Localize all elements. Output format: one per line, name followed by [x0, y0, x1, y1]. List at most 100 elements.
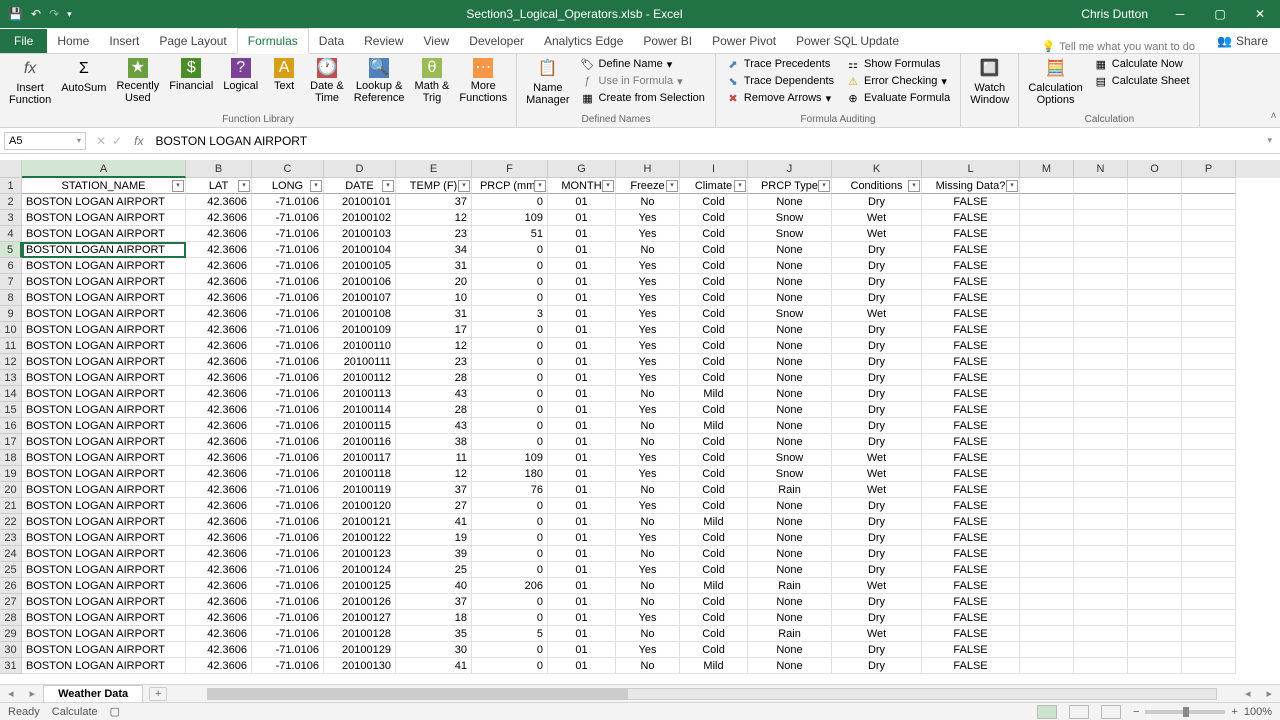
cell[interactable]: 0	[472, 610, 548, 626]
use-in-formula-button[interactable]: ƒUse in Formula ▾	[577, 73, 709, 89]
save-icon[interactable]: 💾	[8, 7, 23, 21]
recently-used-button[interactable]: ★Recently Used	[113, 56, 162, 106]
cell[interactable]: Rain	[748, 626, 832, 642]
tab-analyticsedge[interactable]: Analytics Edge	[534, 29, 633, 53]
table-header-cell[interactable]: Missing Data?▾	[922, 178, 1020, 194]
cell[interactable]: Cold	[680, 306, 748, 322]
cell[interactable]: -71.0106	[252, 226, 324, 242]
cell[interactable]: 31	[396, 306, 472, 322]
cell[interactable]: 42.3606	[186, 610, 252, 626]
cell[interactable]: None	[748, 418, 832, 434]
cell[interactable]: -71.0106	[252, 514, 324, 530]
scroll-right-icon[interactable]: ▸	[1258, 687, 1280, 700]
cell[interactable]: 01	[548, 242, 616, 258]
cell[interactable]: FALSE	[922, 370, 1020, 386]
cell[interactable]: Wet	[832, 210, 922, 226]
cell[interactable]: -71.0106	[252, 242, 324, 258]
cell[interactable]: 0	[472, 514, 548, 530]
cell[interactable]: 17	[396, 322, 472, 338]
cell[interactable]: FALSE	[922, 418, 1020, 434]
row-header-22[interactable]: 22	[0, 514, 22, 530]
table-header-cell[interactable]: STATION_NAME▾	[22, 178, 186, 194]
cell[interactable]: 23	[396, 226, 472, 242]
calculate-now-button[interactable]: ▦Calculate Now	[1090, 56, 1194, 72]
error-checking-button[interactable]: ⚠Error Checking ▾	[842, 73, 954, 89]
cell[interactable]: 12	[396, 338, 472, 354]
cell[interactable]: No	[616, 594, 680, 610]
cell[interactable]: 01	[548, 322, 616, 338]
name-box[interactable]: A5▾	[4, 132, 86, 150]
cell[interactable]: 42.3606	[186, 274, 252, 290]
cell[interactable]: Dry	[832, 322, 922, 338]
cell[interactable]: 20100114	[324, 402, 396, 418]
cell[interactable]: Cold	[680, 290, 748, 306]
cell[interactable]: Dry	[832, 370, 922, 386]
cell[interactable]: 0	[472, 194, 548, 210]
column-header-H[interactable]: H	[616, 160, 680, 178]
cell[interactable]: FALSE	[922, 226, 1020, 242]
cell[interactable]: 28	[396, 402, 472, 418]
cell[interactable]: 43	[396, 418, 472, 434]
cell[interactable]: -71.0106	[252, 642, 324, 658]
cell[interactable]: Cold	[680, 194, 748, 210]
cell[interactable]: FALSE	[922, 274, 1020, 290]
cell[interactable]: BOSTON LOGAN AIRPORT	[22, 642, 186, 658]
cell[interactable]: Dry	[832, 546, 922, 562]
cell[interactable]: 0	[472, 370, 548, 386]
cell[interactable]: Cold	[680, 370, 748, 386]
remove-arrows-button[interactable]: ✖Remove Arrows ▾	[722, 90, 838, 106]
cell[interactable]: Cold	[680, 258, 748, 274]
cell[interactable]: Yes	[616, 610, 680, 626]
cell[interactable]: 23	[396, 354, 472, 370]
cell[interactable]: 42.3606	[186, 498, 252, 514]
cell[interactable]: FALSE	[922, 402, 1020, 418]
minimize-button[interactable]: ─	[1160, 0, 1200, 28]
cell[interactable]: 01	[548, 498, 616, 514]
cell[interactable]: 109	[472, 210, 548, 226]
cell[interactable]: 01	[548, 402, 616, 418]
cell[interactable]: Wet	[832, 466, 922, 482]
cell[interactable]: Dry	[832, 242, 922, 258]
cell[interactable]: 0	[472, 274, 548, 290]
cell[interactable]: BOSTON LOGAN AIRPORT	[22, 610, 186, 626]
cell[interactable]: Cold	[680, 562, 748, 578]
cell[interactable]: Rain	[748, 578, 832, 594]
filter-dropdown-icon[interactable]: ▾	[382, 180, 394, 192]
cell[interactable]: 0	[472, 402, 548, 418]
cell[interactable]: None	[748, 194, 832, 210]
filter-dropdown-icon[interactable]: ▾	[1006, 180, 1018, 192]
enter-formula-icon[interactable]: ✓	[112, 134, 122, 148]
cell[interactable]: 42.3606	[186, 370, 252, 386]
cell[interactable]: 20100126	[324, 594, 396, 610]
cell[interactable]: None	[748, 514, 832, 530]
cell[interactable]: 42.3606	[186, 290, 252, 306]
cell[interactable]: 20100118	[324, 466, 396, 482]
trace-dependents-button[interactable]: ⬊Trace Dependents	[722, 73, 838, 89]
row-header-8[interactable]: 8	[0, 290, 22, 306]
cell[interactable]: BOSTON LOGAN AIRPORT	[22, 594, 186, 610]
cell[interactable]: 0	[472, 498, 548, 514]
cell[interactable]: Dry	[832, 642, 922, 658]
cell[interactable]: Mild	[680, 658, 748, 674]
cell[interactable]: FALSE	[922, 322, 1020, 338]
cell[interactable]: FALSE	[922, 338, 1020, 354]
cell[interactable]: FALSE	[922, 610, 1020, 626]
page-break-view-button[interactable]	[1101, 705, 1121, 719]
filter-dropdown-icon[interactable]: ▾	[238, 180, 250, 192]
cell[interactable]: 20100119	[324, 482, 396, 498]
cell[interactable]: 01	[548, 210, 616, 226]
cell[interactable]: 42.3606	[186, 226, 252, 242]
cell[interactable]: 20100122	[324, 530, 396, 546]
column-header-K[interactable]: K	[832, 160, 922, 178]
cell[interactable]: -71.0106	[252, 498, 324, 514]
cell[interactable]: FALSE	[922, 482, 1020, 498]
scroll-left-icon[interactable]: ◂	[1237, 687, 1259, 700]
cell[interactable]: 01	[548, 274, 616, 290]
cell[interactable]: 42.3606	[186, 306, 252, 322]
cell[interactable]: 0	[472, 434, 548, 450]
cell[interactable]: 41	[396, 658, 472, 674]
cell[interactable]: 01	[548, 226, 616, 242]
cell[interactable]: 01	[548, 530, 616, 546]
row-header-16[interactable]: 16	[0, 418, 22, 434]
cell[interactable]: Wet	[832, 578, 922, 594]
